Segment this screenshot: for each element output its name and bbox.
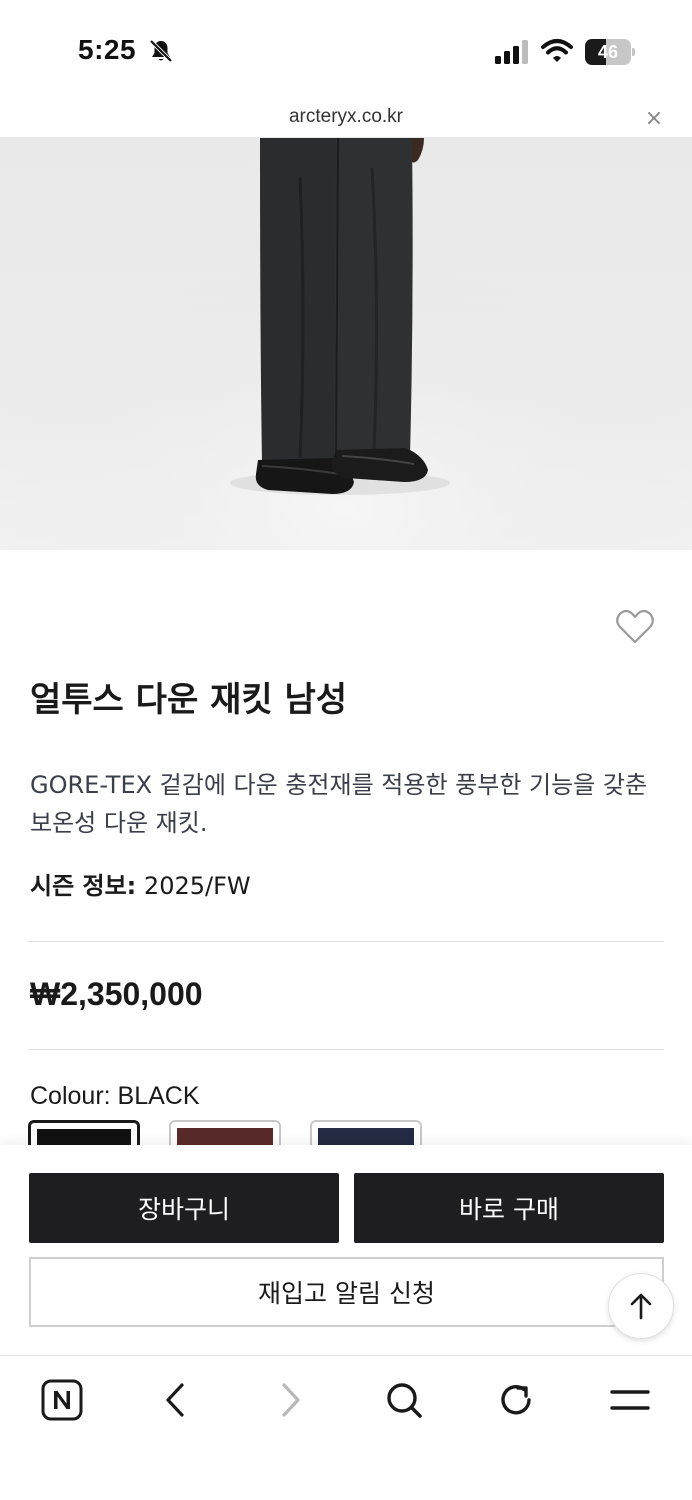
naver-home-button[interactable] — [38, 1376, 86, 1424]
add-to-cart-button[interactable]: 장바구니 — [29, 1173, 339, 1243]
status-bar: 5:25 46 — [0, 0, 692, 100]
colour-info: Colour: BLACK — [30, 1082, 200, 1111]
product-photo — [0, 138, 692, 550]
wifi-icon — [541, 39, 573, 62]
divider — [28, 1049, 664, 1050]
product-price: ₩2,350,000 — [30, 976, 203, 1012]
colour-value: BLACK — [117, 1082, 200, 1110]
heart-outline-icon[interactable] — [614, 608, 656, 646]
buy-now-button[interactable]: 바로 구매 — [354, 1173, 664, 1243]
product-title: 얼투스 다운 재킷 남성 — [30, 680, 348, 720]
bell-slash-icon — [149, 39, 173, 63]
browser-toolbar — [0, 1355, 692, 1500]
colour-label: Colour: — [30, 1082, 111, 1110]
cellular-signal-icon — [495, 40, 528, 64]
url-text[interactable]: arcteryx.co.kr — [0, 106, 692, 128]
battery-level: 46 — [597, 42, 619, 62]
chevron-right-icon — [282, 1383, 300, 1417]
search-button[interactable] — [380, 1376, 428, 1424]
chevron-left-icon — [166, 1383, 184, 1417]
reload-icon — [501, 1385, 531, 1415]
battery-indicator: 46 — [585, 39, 635, 65]
back-button[interactable] — [152, 1376, 200, 1424]
menu-icon — [610, 1390, 650, 1410]
purchase-action-panel: 장바구니 바로 구매 재입고 알림 신청 — [0, 1145, 692, 1355]
season-info: 시즌 정보: 2025/FW — [30, 866, 251, 901]
divider — [28, 941, 664, 942]
restock-alert-button[interactable]: 재입고 알림 신청 — [29, 1257, 664, 1327]
close-icon[interactable]: × — [642, 106, 666, 131]
menu-button[interactable] — [606, 1376, 654, 1424]
season-value: 2025/FW — [143, 872, 251, 900]
url-bar[interactable]: arcteryx.co.kr × — [0, 100, 692, 138]
product-image[interactable] — [0, 138, 692, 550]
forward-button[interactable] — [266, 1376, 314, 1424]
scroll-to-top-button[interactable] — [608, 1273, 674, 1339]
season-label: 시즌 정보: — [30, 872, 137, 900]
naver-n-icon — [41, 1379, 83, 1421]
search-icon — [387, 1383, 422, 1418]
status-time: 5:25 — [78, 34, 137, 65]
arrow-up-icon — [630, 1293, 652, 1320]
product-description: GORE-TEX 겉감에 다운 충전재를 적용한 풍부한 기능을 갖춘 보온성 … — [30, 771, 648, 837]
reload-button[interactable] — [492, 1376, 540, 1424]
